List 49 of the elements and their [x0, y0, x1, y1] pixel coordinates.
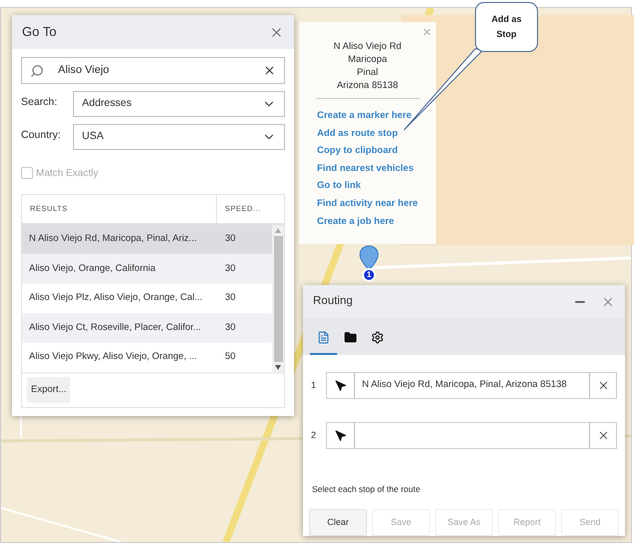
clear-icon[interactable]	[263, 64, 276, 77]
search-field[interactable]: Aliso Viejo	[21, 57, 285, 84]
navigation-arrow-icon	[334, 380, 346, 392]
result-cell-text: Aliso Viejo Plz, Aliso Viejo, Orange, Cal...	[28, 291, 204, 306]
speed-cell-text: 50	[224, 350, 236, 364]
callout-text: Add as	[491, 13, 522, 26]
address-text: N Aliso Viejo Rd Maricopa Pinal Arizona 85138	[334, 40, 402, 92]
dropdown[interactable]: Addresses	[73, 91, 285, 117]
popup-link[interactable]: Create a job here	[317, 212, 436, 230]
popup-link[interactable]: Go to link	[317, 177, 436, 195]
stop-number: 2	[311, 428, 318, 442]
search-value: Aliso Viejo	[58, 63, 110, 78]
speed-cell-text: 30	[224, 232, 236, 246]
result-row[interactable]: N Aliso Viejo Rd, Maricopa, Pinal, Ariz... 30	[22, 225, 272, 254]
export-button[interactable]: Export...	[27, 377, 70, 403]
result-cell-text: Aliso Viejo Ct, Roseville, Placer, Califor...	[28, 320, 202, 335]
callout-text: Stop	[496, 28, 516, 41]
result-cell-text: N Aliso Viejo Rd, Maricopa, Pinal, Ariz...	[28, 232, 198, 246]
field-label: Search:	[21, 94, 58, 110]
checkbox-label: Match Exactly	[36, 166, 98, 180]
popup-link[interactable]: Find activity near here	[317, 194, 436, 213]
scroll-down-icon[interactable]	[275, 364, 281, 370]
route-hint: Select each stop of the route	[311, 483, 422, 496]
result-row[interactable]: Aliso Viejo Ct, Roseville, Placer, Califor... 30	[22, 314, 272, 343]
folder-icon	[344, 331, 357, 344]
speed-cell-text: 30	[224, 262, 236, 276]
search-icon	[30, 64, 44, 78]
popup-link[interactable]: Find nearest vehicles	[317, 160, 436, 178]
result-cell-text: Aliso Viejo Pkwy, Aliso Viejo, Orange, ...	[28, 350, 198, 364]
dropdown[interactable]: USA	[73, 124, 285, 150]
popup-link[interactable]: Add as route stop	[317, 124, 436, 142]
speed-cell-text: 30	[224, 320, 236, 335]
stop-number: 1	[311, 378, 318, 392]
stop-address-field[interactable]	[354, 423, 590, 448]
result-row[interactable]: Aliso Viejo, Orange, California 30	[22, 254, 272, 284]
panel-button[interactable]: Clear	[309, 508, 367, 536]
popup-link[interactable]: Create a marker here	[317, 107, 436, 125]
navigation-arrow-icon	[334, 430, 346, 442]
field-label: Country:	[21, 128, 62, 143]
map-pin-icon[interactable]	[359, 245, 379, 271]
panel-title: Routing	[313, 294, 354, 309]
result-cell-text: Aliso Viejo, Orange, California	[28, 262, 157, 276]
scrollbar[interactable]	[272, 225, 284, 372]
document-icon	[317, 331, 330, 344]
stop-address-field[interactable]: N Aliso Viejo Rd, Maricopa, Pinal, Arizona 85138	[354, 373, 590, 398]
speed-cell-text: 30	[224, 291, 236, 306]
dialog-title: Go To	[22, 23, 56, 42]
popup-link[interactable]: Copy to clipboard	[317, 142, 436, 160]
settings-icon	[371, 331, 384, 344]
